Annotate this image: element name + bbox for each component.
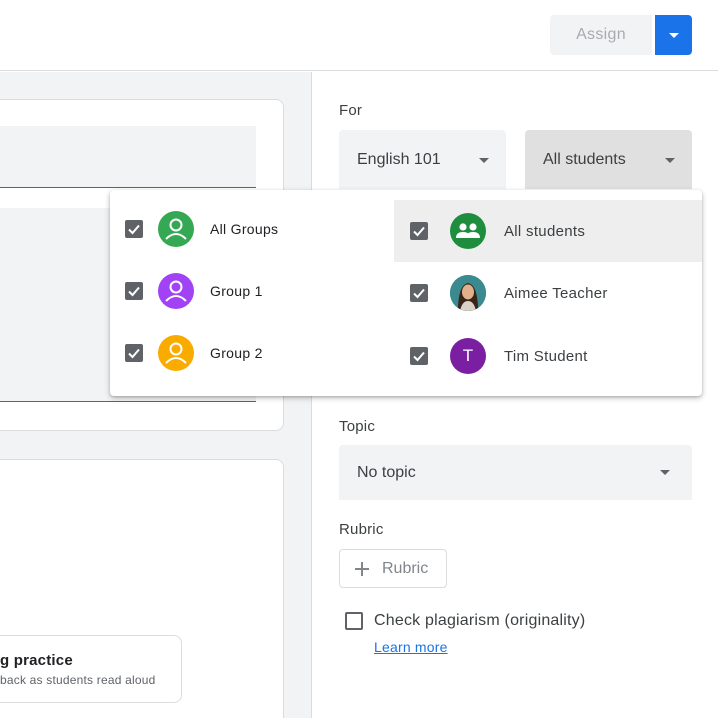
student-option-aimee-teacher[interactable]: Aimee Teacher: [394, 262, 702, 324]
plagiarism-checkbox[interactable]: [345, 612, 363, 630]
assign-options-button[interactable]: [655, 15, 692, 55]
practice-title: g practice: [0, 652, 73, 669]
practice-attachment-card[interactable]: [0, 635, 182, 703]
topic-select[interactable]: No topic: [339, 445, 692, 500]
students-dropdown-menu: All Groups Group 1 Group 2 All students …: [110, 190, 702, 396]
learn-more-link[interactable]: Learn more: [374, 639, 448, 655]
for-label: For: [339, 102, 363, 119]
avatar-initial: T: [462, 346, 474, 365]
student-option-all-students[interactable]: All students: [394, 200, 702, 262]
students-select-value: All students: [543, 150, 626, 168]
class-select-value: English 101: [357, 150, 441, 168]
checkbox-checked[interactable]: [125, 344, 143, 362]
person-icon: [158, 273, 194, 309]
checkbox-checked[interactable]: [410, 284, 428, 302]
caret-down-icon: [665, 158, 675, 163]
assign-button[interactable]: Assign: [550, 15, 652, 55]
checkbox-checked[interactable]: [410, 347, 428, 365]
group-icon: [450, 213, 486, 249]
group-option-label: All Groups: [210, 221, 279, 237]
group-option-group-2[interactable]: Group 2: [110, 322, 394, 384]
caret-down-icon: [668, 32, 679, 38]
caret-down-icon: [479, 158, 489, 163]
practice-subtitle: back as students read aloud: [0, 673, 156, 687]
plus-icon: [355, 562, 369, 576]
topic-select-value: No topic: [357, 463, 416, 481]
check-icon: [413, 288, 425, 299]
student-option-tim-student[interactable]: T Tim Student: [394, 325, 702, 387]
group-option-label: Group 2: [210, 345, 263, 361]
letter-avatar: T: [450, 338, 486, 374]
group-option-label: Group 1: [210, 283, 263, 299]
check-icon: [128, 348, 140, 359]
checkbox-checked[interactable]: [410, 222, 428, 240]
group-option-all-groups[interactable]: All Groups: [110, 198, 394, 260]
profile-photo-avatar: [450, 275, 486, 311]
check-icon: [413, 351, 425, 362]
plagiarism-label: Check plagiarism (originality): [374, 612, 586, 629]
checkbox-checked[interactable]: [125, 282, 143, 300]
students-select[interactable]: All students: [525, 130, 692, 189]
add-rubric-button[interactable]: Rubric: [339, 549, 447, 588]
check-icon: [413, 226, 425, 237]
title-field[interactable]: [0, 126, 256, 188]
check-icon: [128, 224, 140, 235]
rubric-label: Rubric: [339, 521, 384, 538]
person-icon: [158, 335, 194, 371]
caret-down-icon: [660, 470, 670, 475]
student-option-label: Tim Student: [504, 347, 588, 365]
checkbox-checked[interactable]: [125, 220, 143, 238]
add-rubric-label: Rubric: [382, 559, 429, 577]
topic-label: Topic: [339, 418, 376, 435]
student-option-label: All students: [504, 222, 586, 240]
class-select[interactable]: English 101: [339, 130, 506, 189]
group-option-group-1[interactable]: Group 1: [110, 260, 394, 322]
check-icon: [128, 286, 140, 297]
student-option-label: Aimee Teacher: [504, 284, 608, 302]
person-icon: [158, 211, 194, 247]
